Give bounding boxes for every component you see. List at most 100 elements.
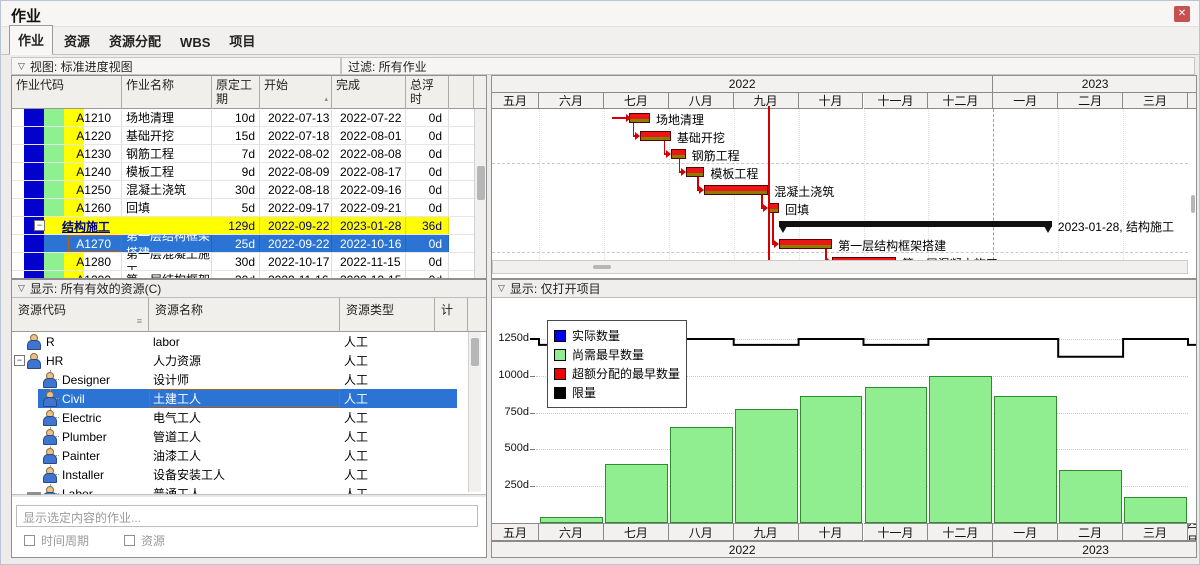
table-row[interactable]: A1260 回填 5d 2022-09-17 2022-09-21 0d [12,199,474,217]
tab-projects[interactable]: 项目 [221,27,263,55]
cell-total-float: 0d [406,235,449,252]
gantt-task-bar[interactable] [629,113,650,123]
resource-checkbox[interactable]: 资源 [124,532,165,548]
remaining-units-bar[interactable] [734,408,798,523]
tab-resources[interactable]: 资源 [56,27,98,55]
remaining-units-bar[interactable] [864,386,928,523]
gantt-task-bar[interactable] [779,239,833,249]
gantt-gridline [603,109,605,260]
column-header-resource-name[interactable]: 资源名称 [149,298,340,332]
gantt-month-cell: 七月 [603,93,669,109]
resource-display-bar[interactable]: ▽ 显示: 所有有效的资源(C) [12,280,486,298]
table-row[interactable]: A1290第一层结构框架30d2022-11-162022-12-150d [12,271,474,278]
remaining-units-bar[interactable] [1059,470,1123,523]
timescale-month-cell: 八月 [668,523,734,541]
gantt-task-bar[interactable] [670,149,686,159]
table-row[interactable]: − 结构施工 129d 2022-09-22 2023-01-28 36d [12,217,474,235]
resource-row[interactable]: Civil 土建工人 人工 [12,389,474,408]
cell-finish: 2023-01-28 [332,217,406,234]
table-row[interactable]: A1250 混凝土浇筑 30d 2022-08-18 2022-09-16 0d [12,181,474,199]
remaining-units-bar[interactable] [799,396,863,523]
checkbox-icon[interactable] [24,534,35,546]
scrollbar-thumb[interactable] [593,265,611,269]
cell-duration: 9d [212,163,260,180]
gantt-month-cell-partial [1188,93,1196,109]
resource-row[interactable]: Plumber 管道工人 人工 [12,427,474,446]
gantt-task-bar[interactable] [704,185,769,195]
column-header-name[interactable]: 作业名称 [122,76,212,109]
legend-swatch-icon [554,329,566,342]
cell-start: 2022-11-16 [260,271,332,278]
column-header-unit[interactable]: 计 [435,298,468,332]
gantt-progress-stripe [780,245,832,248]
tab-resource-assignment[interactable]: 资源分配 [101,27,169,55]
close-icon[interactable]: ✕ [1174,6,1190,22]
cell-activity-name: 场地清理 [122,109,212,126]
tab-wbs[interactable]: WBS [172,31,218,55]
collapse-icon[interactable]: − [34,220,45,231]
view-selector[interactable]: ▽ 视图: 标准进度视图 [11,57,341,75]
column-header-resource-code[interactable]: 资源代码 ≡ [12,298,149,332]
remaining-units-bar[interactable] [669,427,733,523]
resource-row[interactable]: Rlabor 人工 [12,332,474,351]
gantt-hscrollbar[interactable] [492,260,1188,274]
chevron-down-icon: ▽ [18,60,25,71]
gantt-task-bar[interactable] [685,167,705,177]
checkbox-label: 资源 [141,533,166,548]
table-row[interactable]: A1240 模板工程 9d 2022-08-09 2022-08-17 0d [12,163,474,181]
checkbox-icon[interactable] [124,534,135,546]
relationship-arrow-icon [699,186,705,194]
column-header-float[interactable]: 总浮时 [406,76,449,109]
resource-person-icon [42,429,57,445]
table-row[interactable]: A1280第一层混凝土施工30d2022-10-172022-11-150d [12,253,474,271]
scrollbar-thumb[interactable] [1191,195,1195,213]
column-header-code[interactable]: 作业代码 [12,76,122,109]
table-row[interactable]: A1210 场地清理 10d 2022-07-13 2022-07-22 0d [12,109,474,127]
filter-icon[interactable]: ≡ [137,316,142,326]
gantt-progress-stripe [769,209,779,212]
timescale-month-cell: 十月 [798,523,864,541]
resource-row[interactable]: Labor 普通工人 人工 [12,484,474,494]
cell-activity-name: 第一层混凝土施工 [122,253,212,270]
filter-selector[interactable]: 过滤: 所有作业 [341,57,1195,75]
scrollbar-thumb[interactable] [477,166,485,200]
cell-resource-name: 设计师 [153,373,190,387]
remaining-units-bar[interactable] [994,396,1058,523]
splitter-handle[interactable] [12,494,486,497]
cell-resource-name: 管道工人 [153,430,202,444]
gantt-task-bar[interactable] [639,131,671,141]
scrollbar-thumb[interactable] [471,338,479,366]
column-header-finish[interactable]: 完成 [332,76,406,109]
table-row[interactable]: A1230 钢筋工程 7d 2022-08-02 2022-08-08 0d [12,145,474,163]
filter-label: 过滤: 所有作业 [348,59,427,74]
cell-start: 2022-08-09 [260,163,332,180]
column-header-start[interactable]: 开始 ▴ [260,76,332,109]
splitter-grip-icon[interactable] [27,492,41,495]
cell-start: 2022-09-22 [260,217,332,234]
activity-rows: A1210 场地清理 10d 2022-07-13 2022-07-22 0d A1220 基… [12,109,474,278]
resource-row[interactable]: Electric 电气工人 人工 [12,408,474,427]
column-header-duration[interactable]: 原定工期 [212,76,260,109]
remaining-units-bar[interactable] [1124,496,1187,523]
table-row[interactable]: A1220 基础开挖 15d 2022-07-18 2022-08-01 0d [12,127,474,145]
gantt-vscrollbar[interactable] [1188,109,1196,260]
legend-item: 实际数量 [554,326,680,345]
timescale-month-cell: 六月 [539,523,604,541]
tab-activities[interactable]: 作业 [9,25,54,55]
remaining-units-bar[interactable] [929,375,993,523]
column-header-resource-type[interactable]: 资源类型 [340,298,435,332]
time-period-checkbox[interactable]: 时间周期 [24,532,89,548]
table-row[interactable]: A1270第一层结构框架搭建25d2022-09-222022-10-160d [12,235,474,253]
resource-row[interactable]: − HR 人力资源 人工 [12,351,474,370]
gantt-summary-bar[interactable] [779,221,1052,227]
resource-row[interactable]: Installer 设备安装工人 人工 [12,465,474,484]
resource-row[interactable]: Designer 设计师 人工 [12,370,474,389]
show-selected-activities-button[interactable]: 显示选定内容的作业... [16,505,478,527]
resource-row[interactable]: Painter 油漆工人 人工 [12,446,474,465]
gantt-month-cell: 二月 [1058,93,1124,109]
gantt-month-cell: 八月 [668,93,734,109]
remaining-units-bar[interactable] [604,464,668,523]
collapse-icon[interactable]: − [14,355,25,366]
cell-finish: 2022-08-01 [332,127,406,144]
histogram-display-bar[interactable]: ▽ 显示: 仅打开项目 [492,280,1196,298]
